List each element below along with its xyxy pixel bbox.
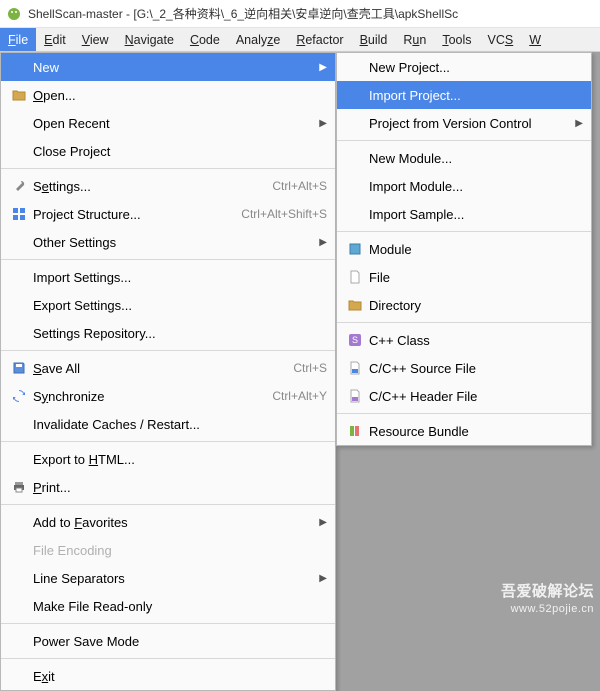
file-export-settings[interactable]: Export Settings... [1, 291, 335, 319]
submenu-arrow-icon: ▶ [319, 517, 327, 528]
new-import-module[interactable]: Import Module... [337, 172, 591, 200]
folder-icon [9, 89, 29, 101]
cpp-class-icon: S [345, 333, 365, 347]
new-file-item[interactable]: File [337, 263, 591, 291]
new-cpp-header[interactable]: C/C++ Header File [337, 382, 591, 410]
menu-window[interactable]: W [521, 28, 549, 51]
file-icon [345, 270, 365, 284]
new-submenu-dropdown: New Project... Import Project... Project… [336, 52, 592, 446]
new-directory[interactable]: Directory [337, 291, 591, 319]
file-synchronize[interactable]: Synchronize Ctrl+Alt+Y [1, 382, 335, 410]
menu-view[interactable]: View [74, 28, 117, 51]
menu-tools[interactable]: Tools [434, 28, 479, 51]
file-new[interactable]: New ▶ [1, 53, 335, 81]
menu-build[interactable]: Build [352, 28, 396, 51]
svg-text:S: S [352, 335, 358, 345]
menu-edit[interactable]: Edit [36, 28, 74, 51]
menu-code[interactable]: Code [182, 28, 228, 51]
file-import-settings[interactable]: Import Settings... [1, 263, 335, 291]
new-module-item[interactable]: Module [337, 235, 591, 263]
new-cpp-source[interactable]: C/C++ Source File [337, 354, 591, 382]
file-make-readonly[interactable]: Make File Read-only [1, 592, 335, 620]
menu-run[interactable]: Run [395, 28, 434, 51]
window-title: ShellScan-master - [G:\_2_各种资料\_6_逆向相关\安… [28, 5, 458, 22]
file-project-structure[interactable]: Project Structure... Ctrl+Alt+Shift+S [1, 200, 335, 228]
submenu-arrow-icon: ▶ [575, 118, 583, 129]
save-icon [9, 361, 29, 375]
file-power-save[interactable]: Power Save Mode [1, 627, 335, 655]
file-save-all[interactable]: Save All Ctrl+S [1, 354, 335, 382]
submenu-arrow-icon: ▶ [319, 237, 327, 248]
file-exit[interactable]: Exit [1, 662, 335, 690]
new-module[interactable]: New Module... [337, 144, 591, 172]
separator [1, 658, 335, 659]
file-line-separators[interactable]: Line Separators ▶ [1, 564, 335, 592]
separator [1, 441, 335, 442]
sync-icon [9, 389, 29, 403]
file-export-html[interactable]: Export to HTML... [1, 445, 335, 473]
new-resource-bundle[interactable]: Resource Bundle [337, 417, 591, 445]
module-icon [345, 242, 365, 256]
file-invalidate-caches[interactable]: Invalidate Caches / Restart... [1, 410, 335, 438]
separator [1, 259, 335, 260]
separator [1, 504, 335, 505]
file-close-project[interactable]: Close Project [1, 137, 335, 165]
file-settings-repository[interactable]: Settings Repository... [1, 319, 335, 347]
submenu-arrow-icon: ▶ [319, 118, 327, 129]
window-titlebar: ShellScan-master - [G:\_2_各种资料\_6_逆向相关\安… [0, 0, 600, 28]
print-icon [9, 480, 29, 494]
file-add-favorites[interactable]: Add to Favorites ▶ [1, 508, 335, 536]
app-icon [6, 6, 22, 22]
file-open[interactable]: Open... [1, 81, 335, 109]
separator [337, 140, 591, 141]
menubar: File Edit View Navigate Code Analyze Ref… [0, 28, 600, 52]
file-open-recent[interactable]: Open Recent ▶ [1, 109, 335, 137]
menu-refactor[interactable]: Refactor [288, 28, 351, 51]
file-settings[interactable]: Settings... Ctrl+Alt+S [1, 172, 335, 200]
submenu-arrow-icon: ▶ [319, 62, 327, 73]
new-project[interactable]: New Project... [337, 53, 591, 81]
structure-icon [9, 207, 29, 221]
cpp-source-icon [345, 361, 365, 375]
separator [1, 168, 335, 169]
separator [337, 413, 591, 414]
submenu-arrow-icon: ▶ [319, 573, 327, 584]
new-cpp-class[interactable]: S C++ Class [337, 326, 591, 354]
resource-bundle-icon [345, 424, 365, 438]
new-import-sample[interactable]: Import Sample... [337, 200, 591, 228]
menu-analyze[interactable]: Analyze [228, 28, 288, 51]
new-import-project[interactable]: Import Project... [337, 81, 591, 109]
file-other-settings[interactable]: Other Settings ▶ [1, 228, 335, 256]
menu-navigate[interactable]: Navigate [117, 28, 182, 51]
folder-icon [345, 299, 365, 311]
menu-vcs[interactable]: VCS [480, 28, 522, 51]
menu-file[interactable]: File [0, 28, 36, 51]
new-project-from-vc[interactable]: Project from Version Control ▶ [337, 109, 591, 137]
file-encoding: File Encoding [1, 536, 335, 564]
separator [1, 350, 335, 351]
separator [337, 231, 591, 232]
wrench-icon [9, 179, 29, 193]
file-menu-dropdown: New ▶ Open... Open Recent ▶ Close Projec… [0, 52, 336, 691]
watermark: 吾爱破解论坛 www.52pojie.cn [501, 582, 594, 616]
file-print[interactable]: Print... [1, 473, 335, 501]
separator [337, 322, 591, 323]
cpp-header-icon [345, 389, 365, 403]
